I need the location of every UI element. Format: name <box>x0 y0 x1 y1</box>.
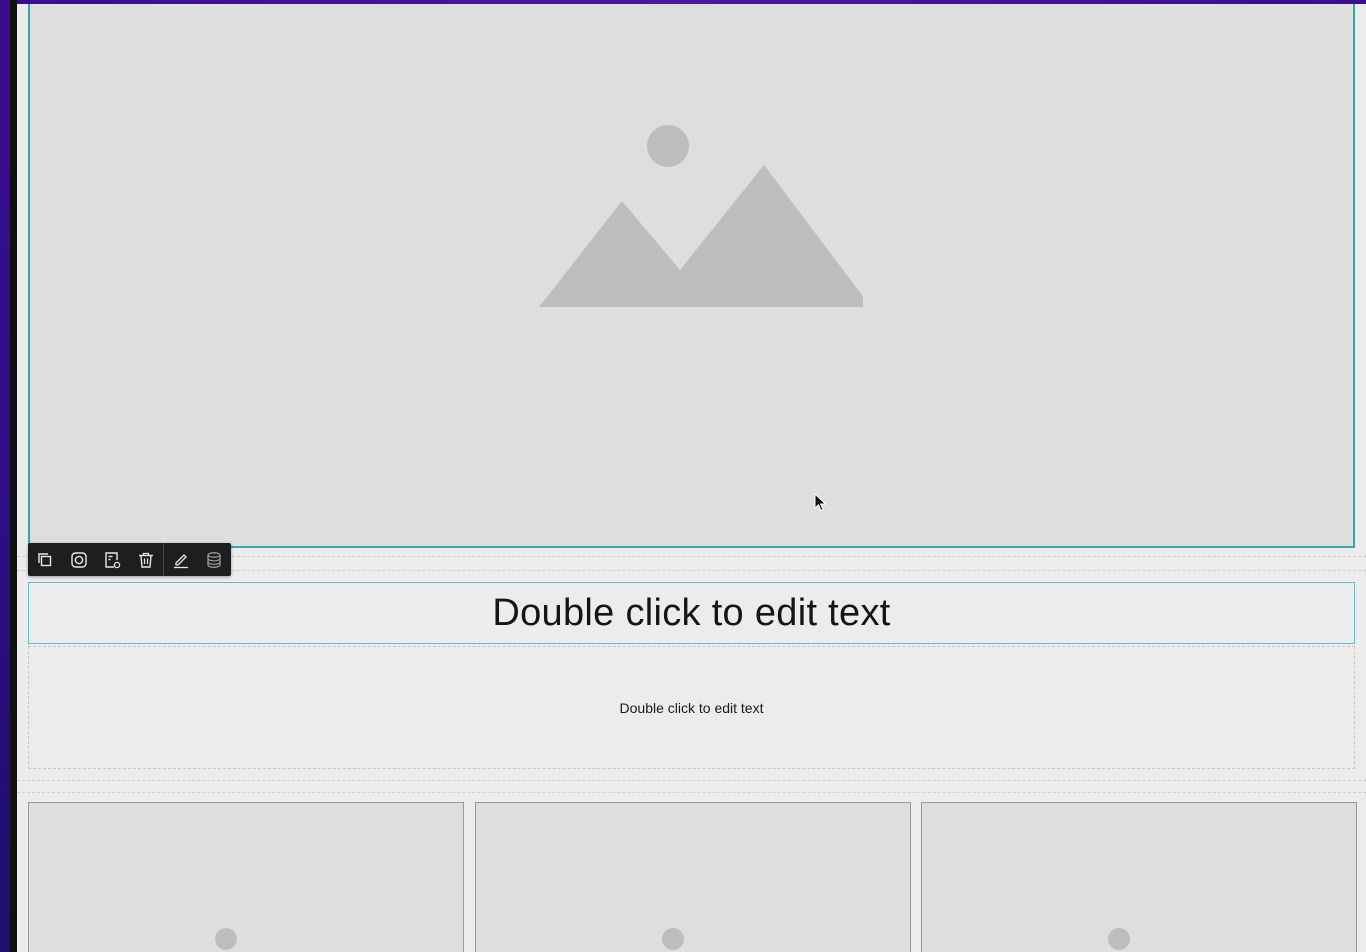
body-text-block[interactable]: Double click to edit text <box>28 646 1355 769</box>
heading-text-block[interactable]: Double click to edit text <box>28 582 1355 644</box>
gallery-card[interactable] <box>921 802 1357 952</box>
delete-button[interactable] <box>129 543 163 576</box>
body-text[interactable]: Double click to edit text <box>620 700 764 716</box>
heading-text[interactable]: Double click to edit text <box>492 592 890 635</box>
settings-button[interactable] <box>95 543 129 576</box>
instagram-icon <box>70 551 87 568</box>
database-icon <box>207 551 221 568</box>
duplicate-icon <box>38 552 52 566</box>
editor-window: Double click to edit text Double click t… <box>0 0 1366 952</box>
hero-image-placeholder[interactable] <box>28 4 1355 548</box>
duplicate-button[interactable] <box>28 543 62 576</box>
data-button[interactable] <box>197 543 231 576</box>
gallery-card[interactable] <box>475 802 911 952</box>
image-placeholder-icon <box>1108 928 1130 950</box>
image-placeholder-icon <box>662 928 684 950</box>
trash-icon <box>138 552 153 568</box>
gallery-card[interactable] <box>28 802 464 952</box>
section-guide <box>17 792 1366 793</box>
left-accent-bar <box>0 0 10 952</box>
image-placeholder-icon <box>539 125 863 307</box>
pencil-icon <box>173 553 188 568</box>
section-guide <box>17 780 1366 781</box>
edit-button[interactable] <box>164 543 198 576</box>
settings-icon <box>105 551 121 568</box>
image-placeholder-icon <box>215 928 237 950</box>
element-toolbar <box>28 543 231 576</box>
mouse-cursor-icon <box>814 493 827 512</box>
left-edge <box>10 0 17 952</box>
instagram-button[interactable] <box>62 543 96 576</box>
page-canvas: Double click to edit text Double click t… <box>17 4 1366 952</box>
